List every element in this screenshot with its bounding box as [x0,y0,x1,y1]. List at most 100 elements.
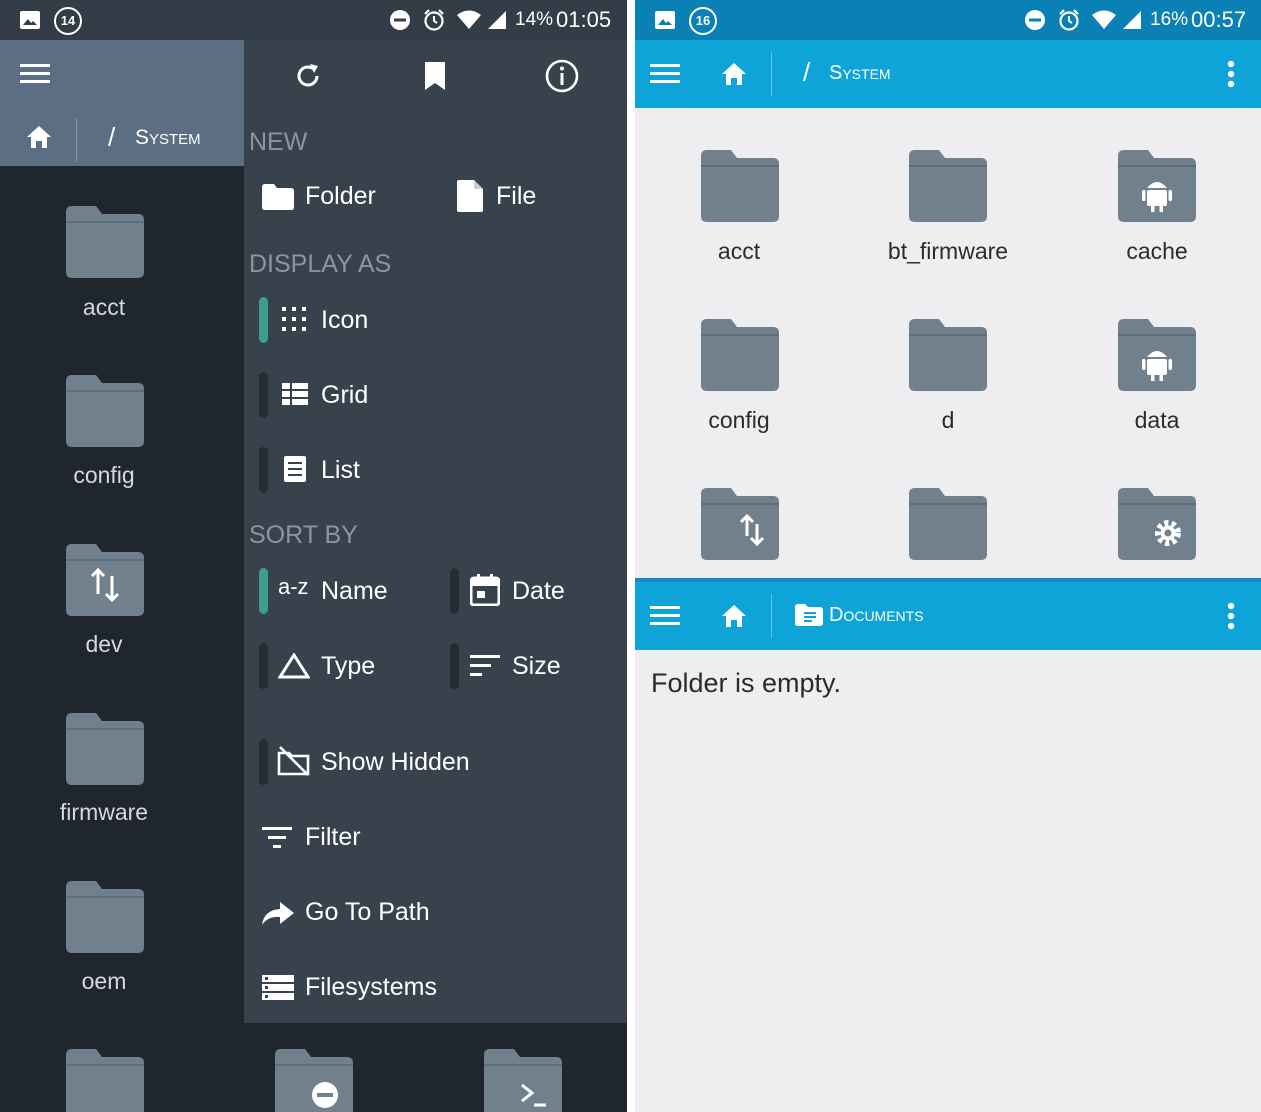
filesystems-label: Filesystems [305,973,437,1001]
battery-percent: 16% [1150,9,1189,30]
hamburger-menu-icon[interactable] [650,64,680,84]
hamburger-menu-icon[interactable] [20,64,50,84]
sort-name-label: Name [321,577,388,605]
folder-label: d [941,407,955,433]
sort-size-label: Size [512,652,561,680]
notification-count-badge: 14 [54,7,82,35]
share-arrow-icon [262,902,294,925]
right-screen: 16 16% 00:57 / System acct bt_firmware c… [635,0,1261,1112]
display-icon-option[interactable]: Icon [259,297,509,343]
folder-item[interactable] [907,317,989,397]
unselected-indicator [259,643,268,689]
folder-item[interactable] [64,711,146,791]
folder-item[interactable] [64,204,146,284]
folder-label: firmware [59,799,149,825]
folder-label: bt_firmware [887,238,1009,264]
pane2-title[interactable]: Documents [829,604,924,627]
folder-item[interactable] [1116,148,1198,228]
selected-indicator [259,297,268,343]
folder-icon [1118,319,1196,391]
folder-item[interactable] [482,1047,564,1112]
pane2-toolbar: Documents [635,578,1261,650]
folder-icon [701,488,779,560]
unselected-indicator [259,372,268,418]
folder-item[interactable] [64,1047,146,1112]
folder-item[interactable] [64,373,146,453]
display-grid-label: Grid [321,381,369,409]
status-bar: 14 14% 01:05 [0,0,627,40]
filter-item[interactable]: Filter [262,819,562,859]
folder-item[interactable] [699,148,781,228]
new-folder-item[interactable]: Folder [262,180,432,220]
folder-label: data [1134,407,1180,433]
bookmark-icon[interactable] [424,61,446,91]
folder-item[interactable] [1116,486,1198,566]
folder-label: oem [81,968,127,994]
home-icon[interactable] [721,62,747,86]
folder-item[interactable] [699,317,781,397]
folder-icon [66,206,144,278]
clock: 01:05 [556,7,612,32]
more-vert-icon[interactable] [1227,602,1235,630]
folder-item[interactable] [699,486,781,566]
folder-item[interactable] [64,542,146,622]
hamburger-menu-icon[interactable] [650,606,680,626]
display-grid-option[interactable]: Grid [259,372,509,418]
unselected-indicator [259,447,268,493]
home-icon[interactable] [721,604,747,628]
folder-item[interactable] [273,1047,355,1112]
folder-icon [1118,488,1196,560]
new-folder-label: Folder [305,182,376,210]
sort-name-option[interactable]: a-z Name [259,568,439,614]
go-to-path-item[interactable]: Go To Path [262,894,562,934]
folder-item[interactable] [907,148,989,228]
calendar-icon [470,574,500,606]
display-list-option[interactable]: List [259,447,509,493]
sort-size-option[interactable]: Size [450,643,620,689]
breadcrumb-path[interactable]: System [135,126,201,150]
section-header-new: NEW [249,128,308,156]
divider [771,52,772,96]
sort-date-option[interactable]: Date [450,568,620,614]
section-header-sort: SORT BY [249,521,358,549]
folder-label: acct [717,238,761,264]
sort-type-label: Type [321,652,376,680]
more-vert-icon[interactable] [1227,60,1235,88]
pane1-title[interactable]: System [829,62,891,85]
folder-item[interactable] [1116,317,1198,397]
info-icon[interactable] [545,59,579,93]
notification-count-badge: 16 [689,7,717,35]
folder-icon [66,881,144,953]
section-header-display: DISPLAY AS [249,250,392,278]
sort-type-option[interactable]: Type [259,643,439,689]
new-file-item[interactable]: File [457,180,607,220]
folder-icon [701,150,779,222]
selected-indicator [259,568,268,614]
status-bar: 16 16% 00:57 [635,0,1261,40]
path-separator: / [108,122,116,152]
folder-icon [701,319,779,391]
image-icon [655,11,675,29]
folder-label: acct [82,294,126,320]
folder-icon [262,184,294,210]
sort-alpha-icon: a-z [278,574,309,599]
storage-icon [262,975,294,1000]
do-not-disturb-icon [390,10,410,30]
folder-icon [909,319,987,391]
battery-percent: 14% [515,9,554,30]
list-view-icon [284,456,306,482]
signal-icon [1123,11,1141,29]
show-hidden-toggle[interactable]: Show Hidden [259,739,559,785]
options-menu: NEW Folder File DISPLAY AS Icon Grid Lis… [244,40,627,1023]
folder-icon [66,375,144,447]
display-icon-label: Icon [321,306,369,334]
folder-item[interactable] [64,879,146,959]
unselected-indicator [259,739,268,785]
filesystems-item[interactable]: Filesystems [262,969,562,1009]
refresh-icon[interactable] [294,62,322,90]
folder-item[interactable] [907,486,989,566]
filter-label: Filter [305,823,361,851]
alarm-icon [1059,9,1079,31]
show-hidden-label: Show Hidden [321,748,470,776]
home-icon[interactable] [26,125,52,149]
